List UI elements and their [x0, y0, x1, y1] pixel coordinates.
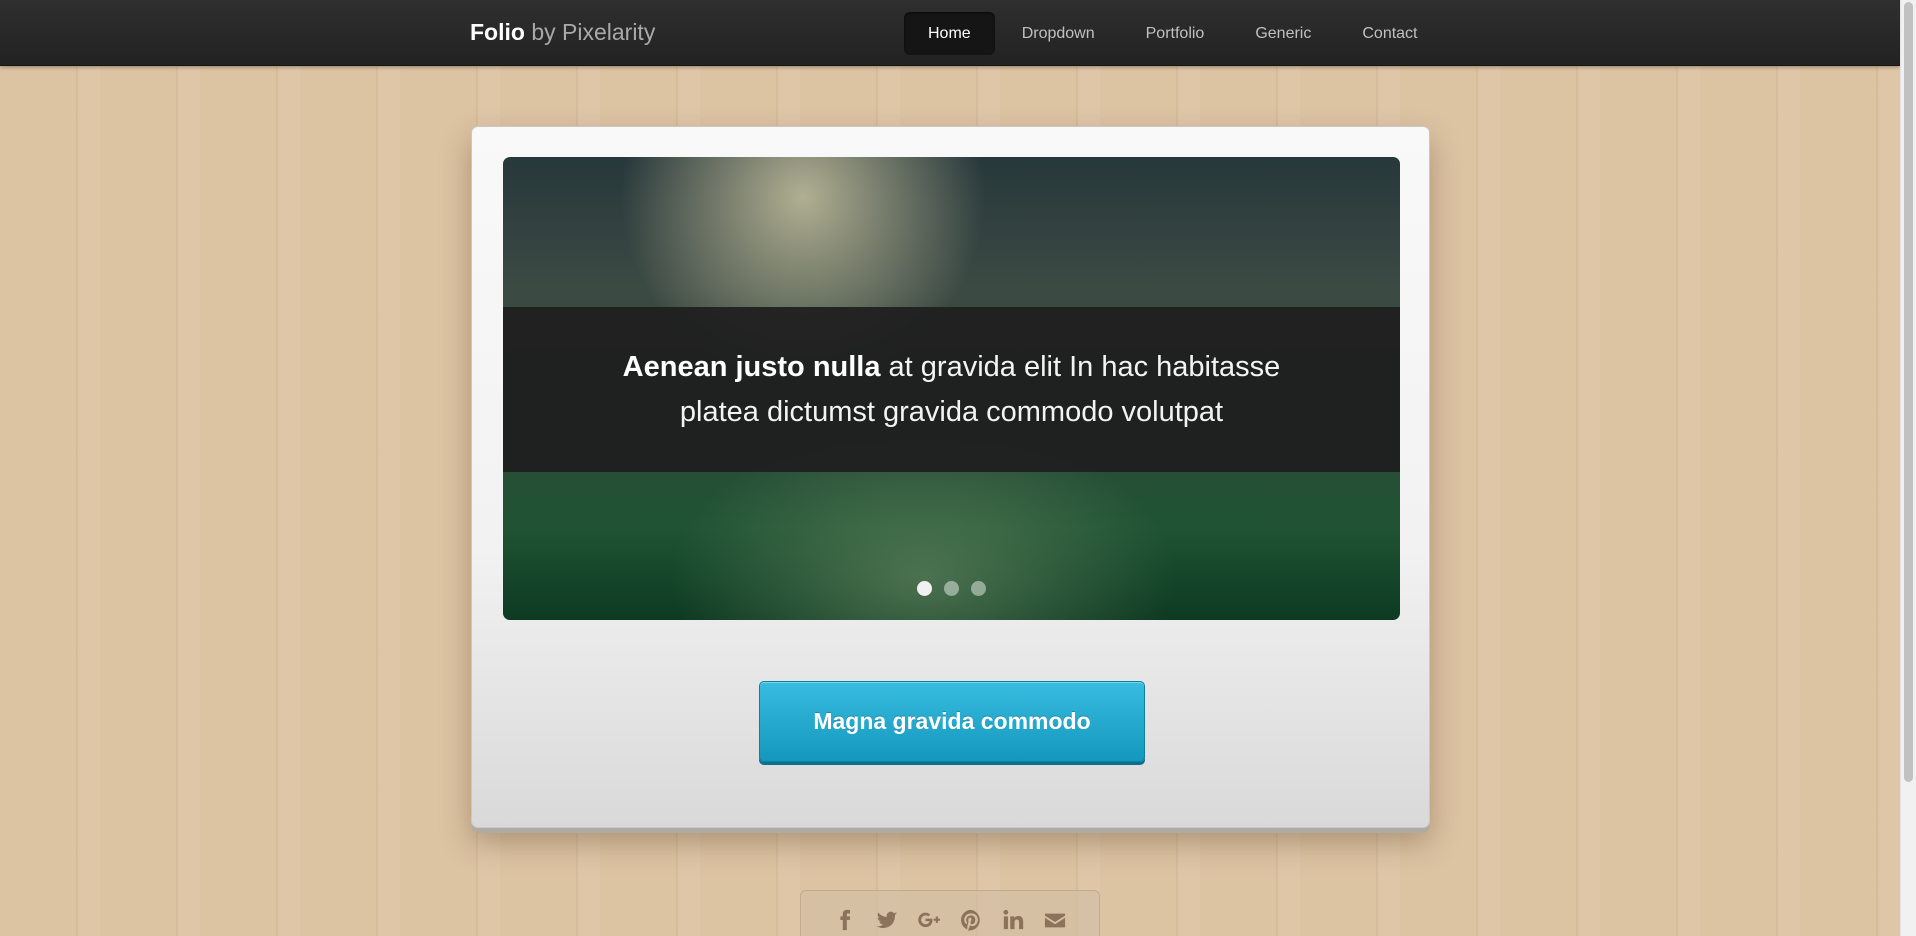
image-slider[interactable]: Aenean justo nulla at gravida elit In ha… [503, 157, 1400, 620]
main-nav: Home Dropdown Portfolio Generic Contact [904, 12, 1445, 55]
caption-text: Aenean justo nulla at gravida elit In ha… [592, 345, 1312, 435]
linkedin-icon[interactable] [1001, 908, 1025, 932]
page-scrollbar[interactable] [1900, 0, 1916, 936]
envelope-icon[interactable] [1043, 908, 1067, 932]
nav-item-home[interactable]: Home [904, 12, 995, 55]
nav-item-dropdown[interactable]: Dropdown [998, 12, 1119, 55]
featured-card: Aenean justo nulla at gravida elit In ha… [471, 126, 1430, 828]
nav-item-portfolio[interactable]: Portfolio [1122, 12, 1229, 55]
site-logo[interactable]: Folio by Pixelarity [470, 19, 655, 46]
slider-pagination [503, 581, 1400, 596]
slider-dot-1[interactable] [917, 581, 932, 596]
facebook-icon[interactable] [833, 908, 857, 932]
slider-dot-2[interactable] [944, 581, 959, 596]
scrollbar-thumb[interactable] [1904, 2, 1913, 782]
site-header: Folio by Pixelarity Home Dropdown Portfo… [0, 0, 1900, 66]
brand-byline: by Pixelarity [531, 19, 656, 45]
pinterest-icon[interactable] [959, 908, 983, 932]
twitter-icon[interactable] [875, 908, 899, 932]
social-bar [800, 890, 1100, 936]
nav-item-contact[interactable]: Contact [1338, 12, 1441, 55]
cta-button[interactable]: Magna gravida commodo [759, 681, 1145, 762]
slider-dot-3[interactable] [971, 581, 986, 596]
slider-caption: Aenean justo nulla at gravida elit In ha… [503, 307, 1400, 472]
google-plus-icon[interactable] [917, 908, 941, 932]
brand-name: Folio [470, 19, 525, 45]
caption-strong: Aenean justo nulla [622, 350, 881, 383]
nav-item-generic[interactable]: Generic [1231, 12, 1335, 55]
